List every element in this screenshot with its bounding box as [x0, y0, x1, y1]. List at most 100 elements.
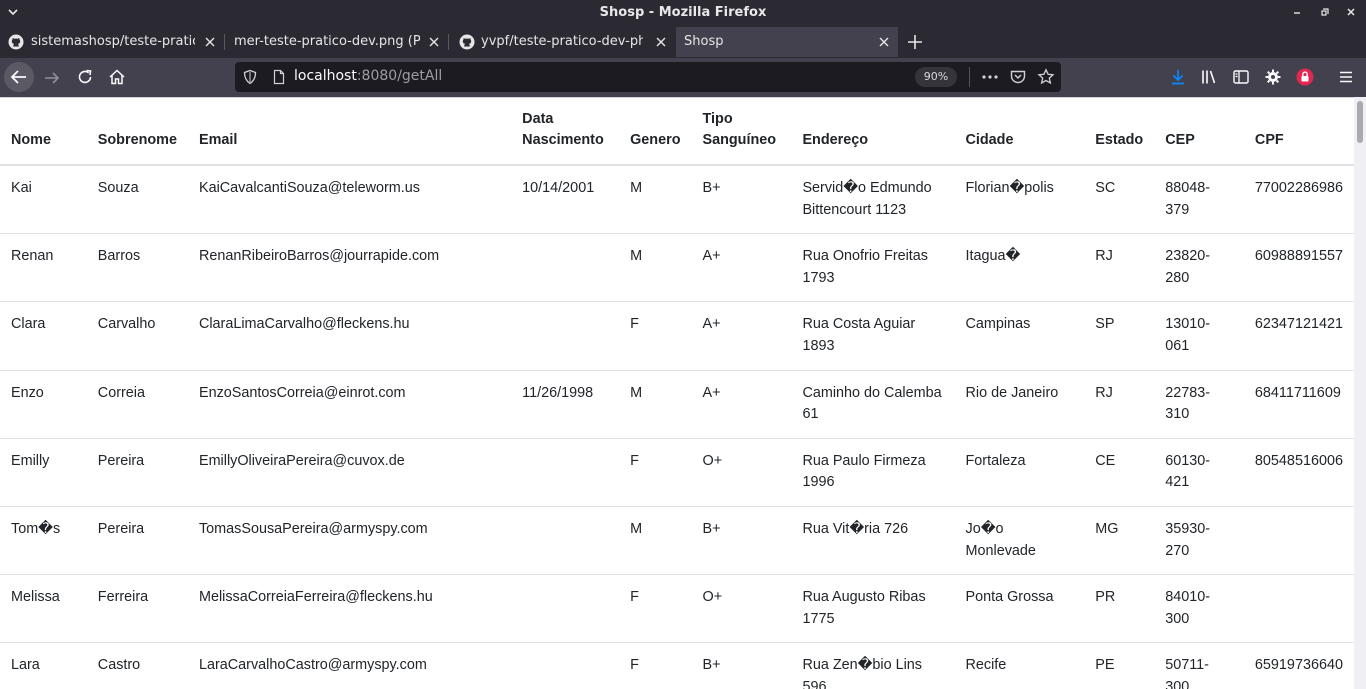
- url-path: :8080/getAll: [356, 68, 443, 84]
- cell-data-nascimento: [511, 574, 620, 643]
- page-info-icon[interactable]: [271, 69, 287, 85]
- cell-estado: MG: [1084, 505, 1155, 575]
- cell-sobrenome: Carvalho: [86, 301, 188, 371]
- downloads-arrow-icon[interactable]: [1169, 68, 1187, 86]
- cell-sobrenome: Souza: [86, 164, 188, 234]
- cell-tipo-sanguineo: A+: [691, 369, 792, 439]
- cell-email: EnzoSantosCorreia@einrot.com: [187, 369, 512, 439]
- cell-cep: 22783-310: [1154, 369, 1244, 439]
- tracking-shield-icon[interactable]: [242, 69, 258, 85]
- cell-cep: 23820-280: [1154, 233, 1244, 302]
- cell-genero: F: [619, 574, 692, 643]
- table-row: Melissa Ferreira MelissaCorreiaFerreira@…: [0, 574, 1354, 643]
- tab-label: sistemashosp/teste-pratico: [31, 34, 195, 49]
- cell-genero: M: [619, 369, 692, 439]
- url-bar[interactable]: localhost:8080/getAll 90%: [235, 62, 1061, 92]
- reload-icon[interactable]: [75, 67, 95, 87]
- hamburger-menu-icon[interactable]: [1337, 68, 1355, 86]
- header-sobrenome: Sobrenome: [86, 98, 188, 166]
- cell-tipo-sanguineo: A+: [691, 301, 792, 371]
- cell-endereco: Rua Vit�ria 726: [791, 505, 955, 575]
- cell-data-nascimento: [511, 642, 620, 689]
- cell-sobrenome: Pereira: [86, 437, 188, 507]
- close-window-icon[interactable]: [1344, 4, 1358, 18]
- table-row: Tom�s Pereira TomasSousaPereira@armyspy.…: [0, 505, 1354, 575]
- window-title: Shosp - Mozilla Firefox: [599, 5, 767, 20]
- cell-email: KaiCavalcantiSouza@teleworm.us: [187, 164, 512, 234]
- github-icon: [459, 34, 475, 50]
- sidebar-toggle-icon[interactable]: [1232, 68, 1250, 86]
- cell-genero: F: [619, 437, 692, 507]
- tab-github-yvpf[interactable]: yvpf/teste-pratico-dev-php: [449, 27, 675, 57]
- close-tab-icon[interactable]: [426, 34, 442, 50]
- cell-genero: M: [619, 233, 692, 302]
- close-tab-icon[interactable]: [876, 34, 892, 50]
- tab-label: Shosp: [684, 34, 724, 49]
- cell-cidade: Jo�o Monlevade: [954, 505, 1085, 575]
- pocket-icon[interactable]: [1009, 68, 1027, 86]
- cell-cpf: 62347121421: [1243, 301, 1354, 371]
- cell-cep: 88048-379: [1154, 164, 1244, 234]
- minimize-icon[interactable]: [1290, 4, 1304, 18]
- cell-data-nascimento: 11/26/1998: [511, 369, 620, 439]
- cell-sobrenome: Ferreira: [86, 574, 188, 643]
- restore-icon[interactable]: [1318, 4, 1332, 18]
- extension-gear-icon[interactable]: [1264, 68, 1282, 86]
- cell-cidade: Recife: [954, 642, 1085, 689]
- cell-data-nascimento: [511, 233, 620, 302]
- tab-github-sistemashosp[interactable]: sistemashosp/teste-pratico: [0, 27, 224, 57]
- cell-email: ClaraLimaCarvalho@fleckens.hu: [187, 301, 512, 371]
- cell-cpf: [1243, 505, 1354, 575]
- header-endereco: Endereço: [791, 98, 955, 166]
- close-tab-icon[interactable]: [653, 34, 669, 50]
- header-nome: Nome: [0, 98, 87, 166]
- cell-cpf: 65919736640: [1243, 642, 1354, 689]
- header-data-nascimento: Data Nascimento: [511, 98, 620, 166]
- cell-email: LaraCarvalhoCastro@armyspy.com: [187, 642, 512, 689]
- tab-png-image[interactable]: mer-teste-pratico-dev.png (PNG: [225, 27, 448, 57]
- cell-nome: Emilly: [0, 437, 87, 507]
- cell-cep: 50711-300: [1154, 642, 1244, 689]
- bookmark-star-icon[interactable]: [1037, 68, 1055, 86]
- cell-endereco: Servid�o Edmundo Bittencourt 1123: [791, 164, 955, 234]
- cell-cep: 60130-421: [1154, 437, 1244, 507]
- home-icon[interactable]: [107, 67, 127, 87]
- cell-tipo-sanguineo: B+: [691, 642, 792, 689]
- table-row: Kai Souza KaiCavalcantiSouza@teleworm.us…: [0, 164, 1354, 234]
- cell-email: RenanRibeiroBarros@jourrapide.com: [187, 233, 512, 302]
- cell-data-nascimento: [511, 505, 620, 575]
- cell-endereco: Rua Zen�bio Lins 596: [791, 642, 955, 689]
- table-row: Lara Castro LaraCarvalhoCastro@armyspy.c…: [0, 642, 1354, 689]
- zoom-level-badge[interactable]: 90%: [915, 67, 957, 87]
- page-scrollbar[interactable]: [1354, 97, 1366, 689]
- scrollbar-thumb[interactable]: [1357, 101, 1363, 143]
- cell-nome: Kai: [0, 164, 87, 234]
- cell-endereco: Rua Costa Aguiar 1893: [791, 301, 955, 371]
- forward-arrow-icon[interactable]: [42, 68, 62, 88]
- new-tab-plus-icon[interactable]: [905, 32, 925, 52]
- tab-label: mer-teste-pratico-dev.png (PNG: [234, 34, 420, 49]
- url-host: localhost: [294, 68, 357, 84]
- back-button[interactable]: [4, 62, 34, 92]
- cell-endereco: Caminho do Calemba 61: [791, 369, 955, 439]
- cell-cpf: 68411711609: [1243, 369, 1354, 439]
- cell-cep: 84010-300: [1154, 574, 1244, 643]
- cell-nome: Enzo: [0, 369, 87, 439]
- tab-shosp-active[interactable]: Shosp: [676, 27, 898, 57]
- cell-data-nascimento: [511, 301, 620, 371]
- header-email: Email: [187, 98, 512, 166]
- lockwise-lock-icon[interactable]: [1296, 68, 1314, 86]
- cell-cidade: Campinas: [954, 301, 1085, 371]
- library-icon[interactable]: [1200, 68, 1218, 86]
- cell-genero: M: [619, 164, 692, 234]
- cell-estado: SC: [1084, 164, 1155, 234]
- cell-cpf: [1243, 574, 1354, 643]
- close-tab-icon[interactable]: [202, 34, 218, 50]
- cell-email: EmillyOliveiraPereira@cuvox.de: [187, 437, 512, 507]
- cell-endereco: Rua Paulo Firmeza 1996: [791, 437, 955, 507]
- page-actions-ellipsis-icon[interactable]: [981, 68, 999, 86]
- header-cep: CEP: [1154, 98, 1244, 166]
- cell-data-nascimento: 10/14/2001: [511, 164, 620, 234]
- cell-tipo-sanguineo: A+: [691, 233, 792, 302]
- cell-cidade: Rio de Janeiro: [954, 369, 1085, 439]
